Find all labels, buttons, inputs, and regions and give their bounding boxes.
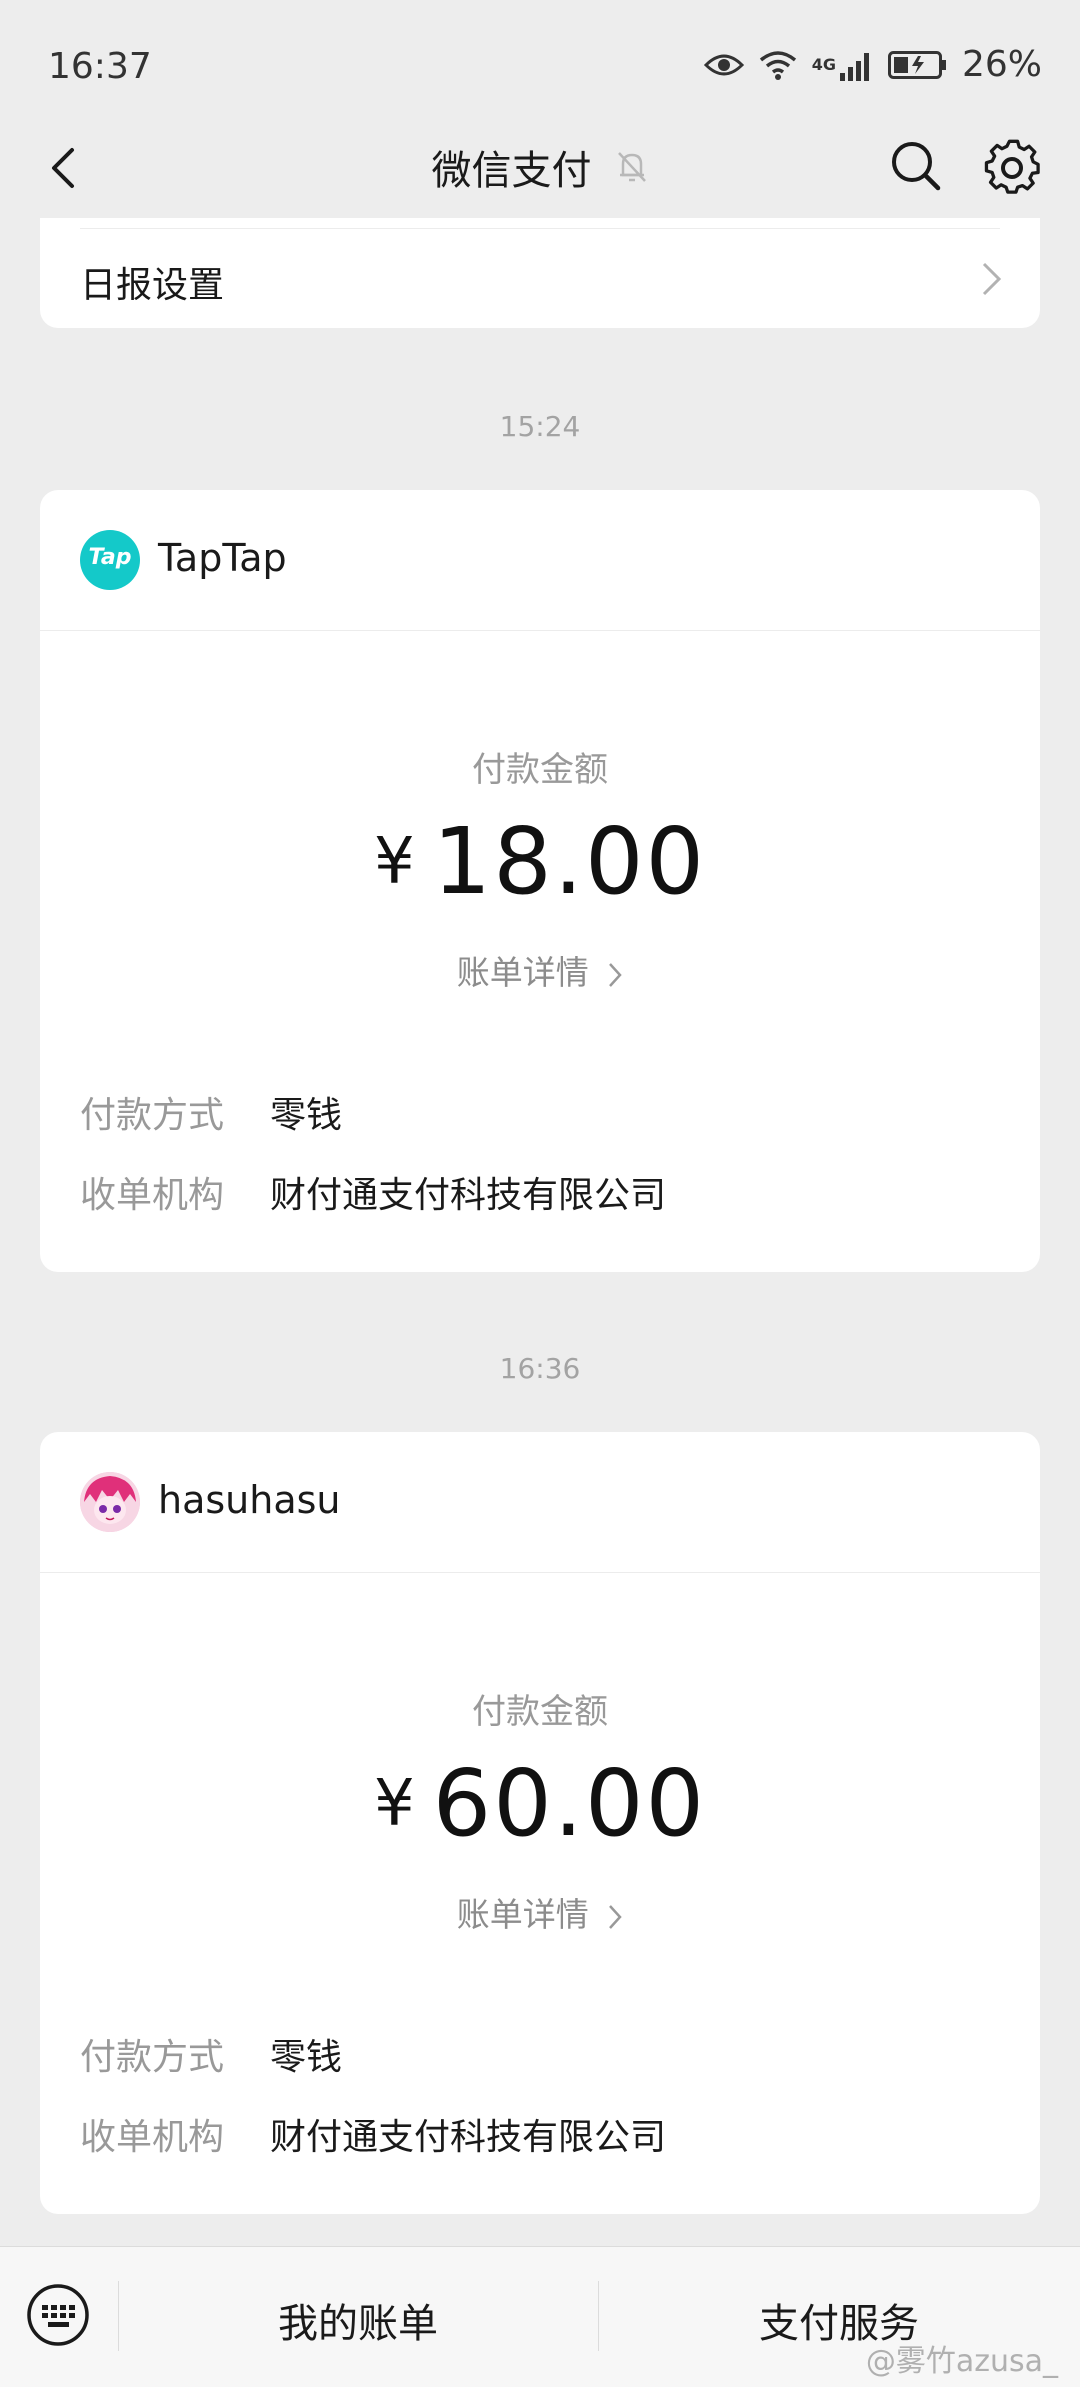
taptap-logo-icon: Tap bbox=[80, 530, 140, 590]
currency-symbol: ¥ bbox=[373, 825, 417, 899]
network-label: 4G bbox=[811, 55, 836, 74]
payment-method-value: 零钱 bbox=[270, 2037, 343, 2078]
acquirer-row: 收单机构 财付通支付科技有限公司 bbox=[80, 1166, 666, 1218]
gear-icon[interactable] bbox=[978, 134, 1046, 202]
payment-method-label: 付款方式 bbox=[80, 2037, 225, 2078]
acquirer-value: 财付通支付科技有限公司 bbox=[270, 1175, 667, 1216]
currency-symbol: ¥ bbox=[373, 1767, 417, 1841]
chevron-right-icon bbox=[609, 1904, 622, 1929]
status-icons: 4G 26% bbox=[703, 44, 1042, 85]
divider bbox=[80, 228, 1000, 229]
merchant-name: TapTap bbox=[158, 536, 287, 580]
status-time: 16:37 bbox=[48, 46, 152, 87]
payment-method-row: 付款方式 零钱 bbox=[80, 1086, 342, 1138]
search-icon[interactable] bbox=[884, 134, 948, 198]
merchant-name: hasuhasu bbox=[158, 1478, 341, 1522]
mute-bell-icon bbox=[617, 152, 646, 182]
eye-icon bbox=[703, 54, 744, 75]
status-bar: 16:37 4G 26% bbox=[0, 0, 1080, 130]
amount-value: ¥18.00 bbox=[40, 808, 1040, 915]
payment-method-value: 零钱 bbox=[270, 1095, 343, 1136]
payment-card[interactable]: hasuhasu 付款金额 ¥60.00 账单详情 付款方式 零钱 收单机构 财付通… bbox=[40, 1432, 1040, 2214]
keyboard-icon[interactable] bbox=[26, 2283, 90, 2347]
acquirer-label: 收单机构 bbox=[80, 1175, 225, 1216]
bill-detail-link[interactable]: 账单详情 bbox=[40, 1888, 1040, 1936]
merchant-row[interactable]: Tap TapTap bbox=[40, 490, 1040, 631]
acquirer-label: 收单机构 bbox=[80, 2117, 225, 2158]
nav-bar: 微信支付 bbox=[0, 120, 1080, 216]
page-title: 微信支付 bbox=[431, 148, 592, 194]
bill-detail-link[interactable]: 账单详情 bbox=[40, 946, 1040, 994]
watermark: @雾竹azusa_ bbox=[865, 2344, 1058, 2379]
daily-report-settings-row[interactable]: 日报设置 bbox=[40, 218, 1040, 328]
avatar-illustration bbox=[80, 1472, 140, 1532]
amount-label: 付款金额 bbox=[472, 750, 608, 790]
hasuhasu-avatar-icon bbox=[80, 1472, 140, 1532]
merchant-row[interactable]: hasuhasu bbox=[40, 1432, 1040, 1573]
message-time: 15:24 bbox=[499, 410, 581, 443]
signal-icon bbox=[839, 52, 869, 81]
battery-icon bbox=[887, 50, 946, 79]
bill-detail-label: 账单详情 bbox=[456, 953, 589, 992]
payment-method-row: 付款方式 零钱 bbox=[80, 2028, 342, 2080]
payment-method-label: 付款方式 bbox=[80, 1095, 225, 1136]
my-bills-button[interactable]: 我的账单 bbox=[118, 2291, 598, 2349]
battery-percent: 26% bbox=[961, 44, 1042, 85]
wifi-icon bbox=[759, 50, 796, 80]
logo-text: Tap bbox=[88, 545, 132, 570]
amount-label: 付款金额 bbox=[472, 1692, 608, 1732]
amount-value: ¥60.00 bbox=[40, 1750, 1040, 1857]
acquirer-value: 财付通支付科技有限公司 bbox=[270, 2117, 667, 2158]
chevron-right-icon bbox=[609, 962, 622, 987]
acquirer-row: 收单机构 财付通支付科技有限公司 bbox=[80, 2108, 666, 2160]
amount-number: 60.00 bbox=[432, 1750, 707, 1857]
chevron-right-icon bbox=[982, 262, 1002, 296]
amount-number: 18.00 bbox=[432, 808, 707, 915]
bill-detail-label: 账单详情 bbox=[456, 1895, 589, 1934]
settings-label: 日报设置 bbox=[80, 265, 225, 306]
message-time: 16:36 bbox=[499, 1352, 581, 1385]
payment-card[interactable]: Tap TapTap 付款金额 ¥18.00 账单详情 付款方式 零钱 收单机构 财… bbox=[40, 490, 1040, 1272]
